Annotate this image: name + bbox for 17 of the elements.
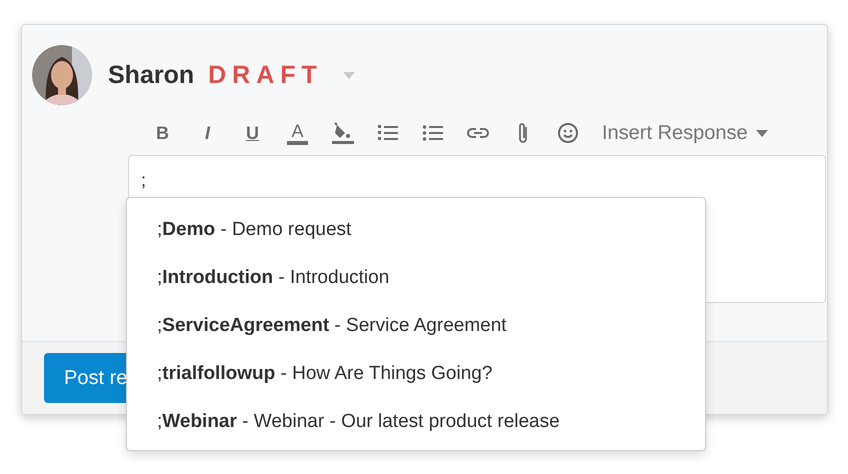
insert-response-dropdown[interactable]: Insert Response — [602, 122, 768, 144]
bullet-list-icon — [422, 123, 444, 143]
paperclip-icon — [516, 121, 528, 145]
suggestion-item[interactable]: ;Introduction - Introduction — [127, 254, 705, 302]
italic-button[interactable]: I — [185, 119, 230, 147]
numbered-list-icon — [376, 123, 398, 143]
draft-status: DRAFT — [208, 60, 323, 90]
bold-button[interactable]: B — [140, 119, 185, 147]
underline-button[interactable]: U — [230, 119, 275, 147]
text-color-button[interactable]: A — [275, 119, 320, 147]
caret-icon — [756, 130, 768, 136]
author-name: Sharon — [108, 60, 194, 90]
suggestion-item[interactable]: ;ServiceAgreement - Service Agreement — [127, 302, 705, 350]
smiley-icon — [556, 122, 578, 144]
link-icon — [466, 127, 488, 139]
suggestion-item[interactable]: ;Demo - Demo request — [127, 206, 705, 254]
paint-bucket-icon — [330, 121, 354, 145]
